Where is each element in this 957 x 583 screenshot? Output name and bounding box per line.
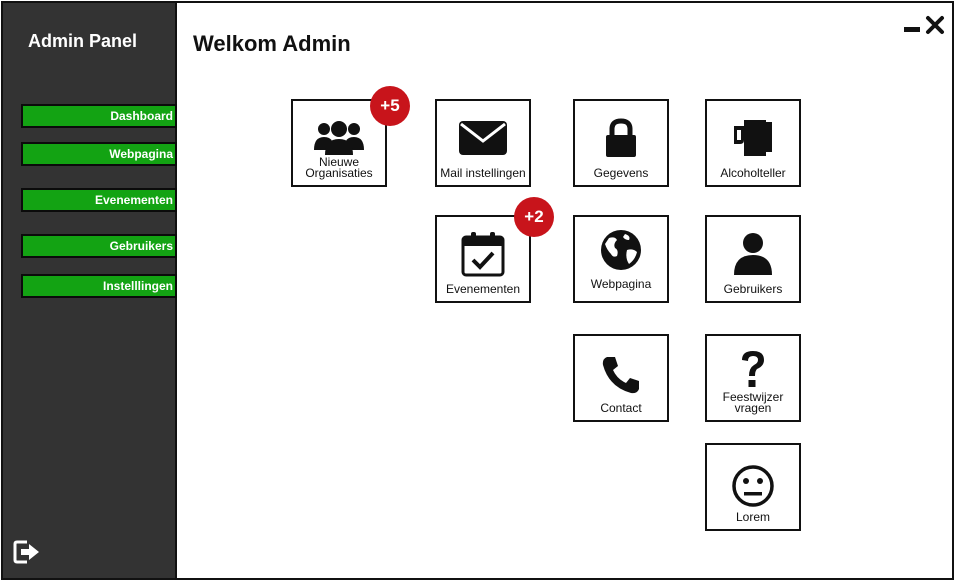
app-window: Admin Panel Dashboard Webpagina Evenemen…	[1, 1, 954, 580]
sidebar: Admin Panel Dashboard Webpagina Evenemen…	[3, 3, 177, 578]
tile-label: Alcoholteller	[720, 166, 786, 180]
page-title: Welkom Admin	[193, 31, 351, 56]
tile-label: Gebruikers	[723, 282, 783, 296]
question-icon	[707, 350, 799, 390]
tile-webpagina[interactable]: Webpagina	[573, 215, 669, 303]
sidebar-item-gebruikers[interactable]: Gebruikers	[21, 234, 177, 258]
calendar-check-icon	[437, 231, 529, 277]
tile-label-line2: vragen	[734, 401, 772, 415]
tile-alcoholteller[interactable]: Alcoholteller	[705, 99, 801, 187]
notification-badge-organisaties: +5	[370, 86, 410, 126]
minimize-icon[interactable]	[903, 15, 921, 35]
neutral-face-icon	[707, 463, 799, 509]
tile-feestwijzer-vragen[interactable]: Feestwijzer vragen	[705, 334, 801, 422]
beer-mug-icon	[707, 115, 799, 161]
tile-gegevens[interactable]: Gegevens	[573, 99, 669, 187]
sign-out-icon[interactable]	[13, 539, 43, 565]
tile-label: Contact	[600, 401, 642, 415]
tile-gebruikers[interactable]: Gebruikers	[705, 215, 801, 303]
tile-label: Lorem	[735, 510, 770, 524]
sidebar-item-webpagina[interactable]: Webpagina	[21, 142, 177, 166]
phone-icon	[575, 352, 667, 398]
user-icon	[707, 231, 799, 277]
notification-badge-evenementen: +2	[514, 197, 554, 237]
sidebar-item-dashboard[interactable]: Dashboard	[21, 104, 177, 128]
brand-title: Admin Panel	[28, 31, 138, 51]
sidebar-item-evenementen[interactable]: Evenementen	[21, 188, 177, 212]
sidebar-item-instellingen[interactable]: Instelllingen	[21, 274, 177, 298]
tile-contact[interactable]: Contact	[573, 334, 669, 422]
envelope-icon	[437, 115, 529, 161]
tile-lorem[interactable]: Lorem	[705, 443, 801, 531]
globe-icon	[575, 227, 667, 273]
close-icon[interactable]	[925, 15, 945, 35]
tile-label: Mail instellingen	[440, 166, 526, 180]
tile-label: Gegevens	[593, 166, 649, 180]
tile-label-line2: Organisaties	[305, 166, 373, 180]
lock-icon	[575, 115, 667, 161]
tile-mail-instellingen[interactable]: Mail instellingen	[435, 99, 531, 187]
tile-label: Webpagina	[590, 277, 652, 291]
tile-label: Evenementen	[445, 282, 521, 296]
